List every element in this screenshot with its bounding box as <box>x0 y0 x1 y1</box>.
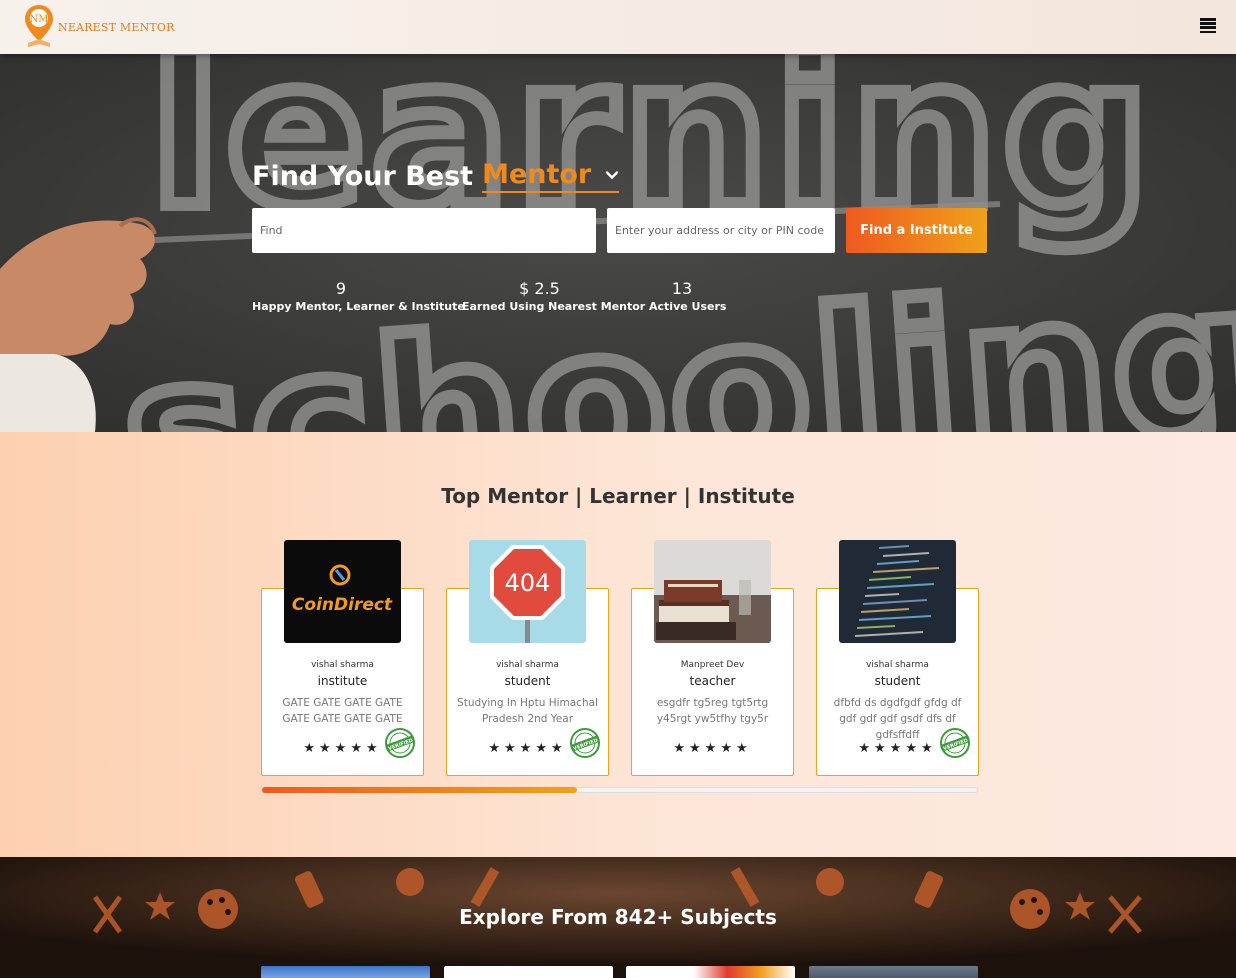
chevron-down-icon <box>606 170 619 179</box>
profile-image <box>839 540 956 643</box>
svg-text:CoinDirect: CoinDirect <box>292 595 393 615</box>
site-header: NM NEAREST MENTOR <box>0 0 1236 54</box>
profile-role: student <box>504 674 551 688</box>
profile-role: student <box>874 674 921 688</box>
profile-card[interactable]: 404 vishal sharma student Studying In Hp… <box>446 540 609 776</box>
profile-card[interactable]: Manpreet Dev teacher esgdfr tg5reg tgt5r… <box>631 540 794 776</box>
hero-title: Find Your Best Mentor <box>252 159 620 193</box>
profile-image: CoinDirect <box>284 540 401 643</box>
profile-card[interactable]: CoinDirect vishal sharma institute GATE … <box>261 540 424 776</box>
profile-description: Studying In Hptu Himachal Pradesh 2nd Ye… <box>457 697 598 725</box>
hamburger-menu-icon[interactable] <box>1200 18 1216 34</box>
profile-name: Manpreet Dev <box>680 660 745 670</box>
subject-card[interactable] <box>261 966 430 978</box>
profile-name: vishal sharma <box>311 660 374 670</box>
profile-image <box>654 540 771 643</box>
carousel-progress-fill <box>262 787 577 793</box>
role-selector[interactable]: Mentor <box>482 159 620 193</box>
carousel-progress-bar[interactable] <box>261 787 978 793</box>
verified-badge-icon: VERIFIED <box>385 728 415 758</box>
profile-name: vishal sharma <box>866 660 929 670</box>
stat-value: $ 2.5 <box>519 279 560 298</box>
stat-label: Happy Mentor, Learner & Institute <box>252 300 465 313</box>
top-profiles-section: Top Mentor | Learner | Institute CoinDir… <box>0 432 1236 857</box>
stat-happy-users: 9 Happy Mentor, Learner & Institute <box>252 279 465 313</box>
rating-stars: ★★★★★ <box>673 741 752 756</box>
subject-card[interactable] <box>444 966 613 978</box>
profile-description: GATE GATE GATE GATE GATE GATE GATE GATE <box>282 697 403 725</box>
subjects-section: Explore From 842+ Subjects <box>0 857 1236 978</box>
svg-text:NM: NM <box>30 14 49 25</box>
logo-mark-icon: NM <box>25 5 53 47</box>
find-input[interactable] <box>252 208 596 253</box>
logo-text: NEAREST MENTOR <box>58 20 175 34</box>
verified-badge-icon: VERIFIED <box>570 728 600 758</box>
hero-banner: learning schooling Find Your Best Mentor… <box>0 54 1236 432</box>
profile-role: institute <box>317 674 368 688</box>
hero-title-prefix: Find Your Best <box>252 160 474 192</box>
profile-image: 404 <box>469 540 586 643</box>
address-input[interactable] <box>607 208 835 253</box>
profile-role: teacher <box>689 674 736 688</box>
stat-label: Active Users <box>649 300 727 313</box>
stat-label: Earned Using Nearest Mentor <box>462 300 646 313</box>
find-institute-button[interactable]: Find a Institute <box>846 208 987 253</box>
stat-value: 13 <box>671 279 693 298</box>
section-title: Explore From 842+ Subjects <box>459 905 777 929</box>
profile-name: vishal sharma <box>496 660 559 670</box>
stat-value: 9 <box>335 279 347 298</box>
role-selector-value: Mentor <box>482 159 592 190</box>
subject-card[interactable] <box>809 966 978 978</box>
stat-active-users: 13 Active Users <box>649 279 727 313</box>
stat-earned: $ 2.5 Earned Using Nearest Mentor <box>462 279 646 313</box>
subject-card[interactable] <box>626 966 795 978</box>
profile-description: esgdfr tg5reg tgt5rtg y45rgt yw5tfhy tgy… <box>656 697 769 725</box>
site-logo[interactable]: NM NEAREST MENTOR <box>22 3 175 49</box>
svg-text:404: 404 <box>505 569 551 597</box>
profile-card[interactable]: vishal sharma student dfbfd ds dgdfgdf g… <box>816 540 979 776</box>
verified-badge-icon: VERIFIED <box>940 728 970 758</box>
section-title: Top Mentor | Learner | Institute <box>441 484 795 508</box>
